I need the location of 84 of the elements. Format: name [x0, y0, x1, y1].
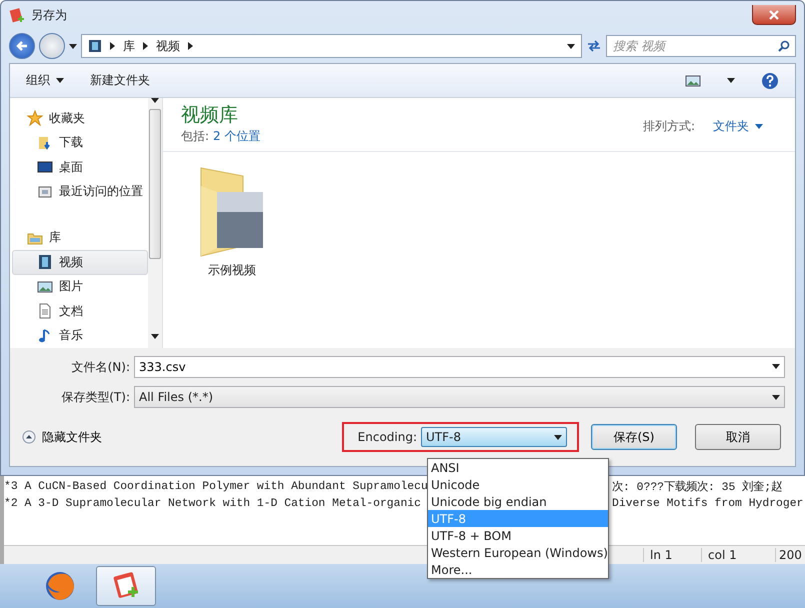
arrange-dropdown[interactable]: 文件夹 — [713, 116, 763, 137]
chevron-right-icon — [110, 42, 115, 50]
locations-link[interactable]: 2 个位置 — [213, 128, 260, 145]
back-button[interactable] — [9, 33, 35, 59]
sidebar-item[interactable]: 下载 — [12, 130, 148, 155]
text-line: *3 A CuCN-Based Coordination Polymer with Abundant Supramolecu — [4, 480, 428, 492]
scroll-down-icon — [151, 334, 159, 339]
close-icon — [769, 10, 779, 20]
view-dropdown-button[interactable] — [727, 76, 735, 85]
refresh-button[interactable] — [586, 39, 602, 53]
firefox-icon — [44, 570, 76, 602]
arrange-label: 排列方式: — [642, 118, 695, 135]
new-folder-button[interactable]: 新建文件夹 — [90, 70, 150, 91]
recent-places-icon — [37, 184, 53, 200]
film-icon — [37, 254, 53, 270]
breadcrumb-item[interactable]: 视频 — [156, 38, 180, 54]
sidebar-item[interactable]: 图片 — [12, 274, 148, 300]
library-title: 视频库 — [181, 103, 239, 128]
text-line: 次: 0???下载频次: 35 刘奎;赵 — [612, 479, 784, 494]
menu-item[interactable]: Unicode — [428, 476, 608, 493]
forward-button[interactable] — [39, 33, 65, 59]
picture-icon — [685, 74, 701, 86]
document-icon — [37, 303, 53, 320]
collapse-icon — [22, 430, 36, 444]
film-icon — [88, 39, 102, 53]
window-title: 另存为 — [31, 6, 67, 24]
view-button[interactable] — [685, 72, 701, 88]
file-type-label: 保存类型(T): — [60, 388, 130, 406]
caret-icon — [772, 394, 780, 400]
caret-icon — [755, 124, 763, 129]
dialog-button[interactable]: 保存(S) — [591, 424, 677, 450]
includes-label: 包括: — [181, 128, 210, 145]
menu-item[interactable]: More... — [428, 561, 608, 578]
address-bar[interactable]: 库 视频 — [81, 34, 582, 58]
desktop-icon — [37, 159, 53, 176]
close-button[interactable] — [752, 5, 796, 25]
history-dropdown-button[interactable] — [69, 44, 77, 48]
sidebar-item[interactable]: 最近访问的位置 — [12, 179, 148, 204]
text-line: Diverse Motifs from Hydroger — [612, 498, 804, 510]
search-field[interactable]: 搜索 视频 — [606, 35, 796, 57]
menu-item[interactable]: Western European (Windows) — [428, 544, 608, 561]
folder-name: 示例视频 — [208, 262, 256, 279]
help-icon — [761, 72, 779, 90]
caret-icon — [56, 78, 64, 83]
caret-icon — [69, 44, 77, 48]
star-icon — [27, 110, 43, 126]
menu-item[interactable]: ANSI — [428, 459, 608, 476]
sidebar-item[interactable]: 库 — [12, 226, 148, 250]
sidebar-item[interactable]: 文档 — [12, 299, 148, 324]
menu-item[interactable]: Unicode big endian — [428, 493, 608, 510]
sidebar-item[interactable]: 桌面 — [12, 154, 148, 180]
encoding-dropdown[interactable]: UTF-8 — [421, 427, 567, 447]
chevron-right-icon — [188, 42, 193, 50]
breadcrumb-item[interactable]: 库 — [123, 38, 135, 54]
caret-icon — [567, 44, 575, 48]
hide-folders-button[interactable]: 隐藏文件夹 — [22, 428, 102, 446]
file-name-field[interactable]: 333.csv — [134, 356, 785, 378]
sidebar-item[interactable]: 收藏夹 — [12, 106, 148, 130]
column-indicator: col 1 — [701, 548, 775, 562]
text-line: *2 A 3-D Supramolecular Network with 1-D Cation Metal-organic — [4, 498, 422, 510]
sidebar-item[interactable]: 视频 — [12, 250, 148, 275]
organize-button[interactable]: 组织 — [26, 70, 64, 91]
status-text: 200 — [775, 548, 805, 562]
sidebar-item[interactable]: 音乐 — [12, 324, 148, 348]
file-type-dropdown[interactable]: All Files (*.*) — [134, 386, 785, 408]
chevron-right-icon — [143, 42, 148, 50]
picture-icon — [37, 278, 53, 295]
back-arrow-icon — [16, 40, 28, 52]
encoding-label: Encoding: — [358, 430, 417, 444]
search-icon — [778, 40, 790, 52]
scroll-thumb[interactable] — [149, 109, 161, 259]
refresh-icon — [586, 39, 602, 53]
folder-item[interactable]: 示例视频 — [189, 166, 275, 279]
line-indicator: ln 1 — [643, 548, 701, 562]
file-name-label: 文件名(N): — [70, 358, 130, 376]
caret-icon — [554, 434, 562, 440]
dialog-button[interactable]: 取消 — [695, 424, 781, 450]
caret-icon — [772, 364, 780, 369]
taskbar-button[interactable] — [96, 566, 156, 606]
scrollbar[interactable] — [148, 98, 162, 348]
menu-item[interactable]: UTF-8 + BOM — [428, 527, 608, 544]
video-folder-icon — [199, 166, 265, 258]
notepad-icon — [9, 7, 25, 23]
caret-icon — [727, 78, 735, 83]
